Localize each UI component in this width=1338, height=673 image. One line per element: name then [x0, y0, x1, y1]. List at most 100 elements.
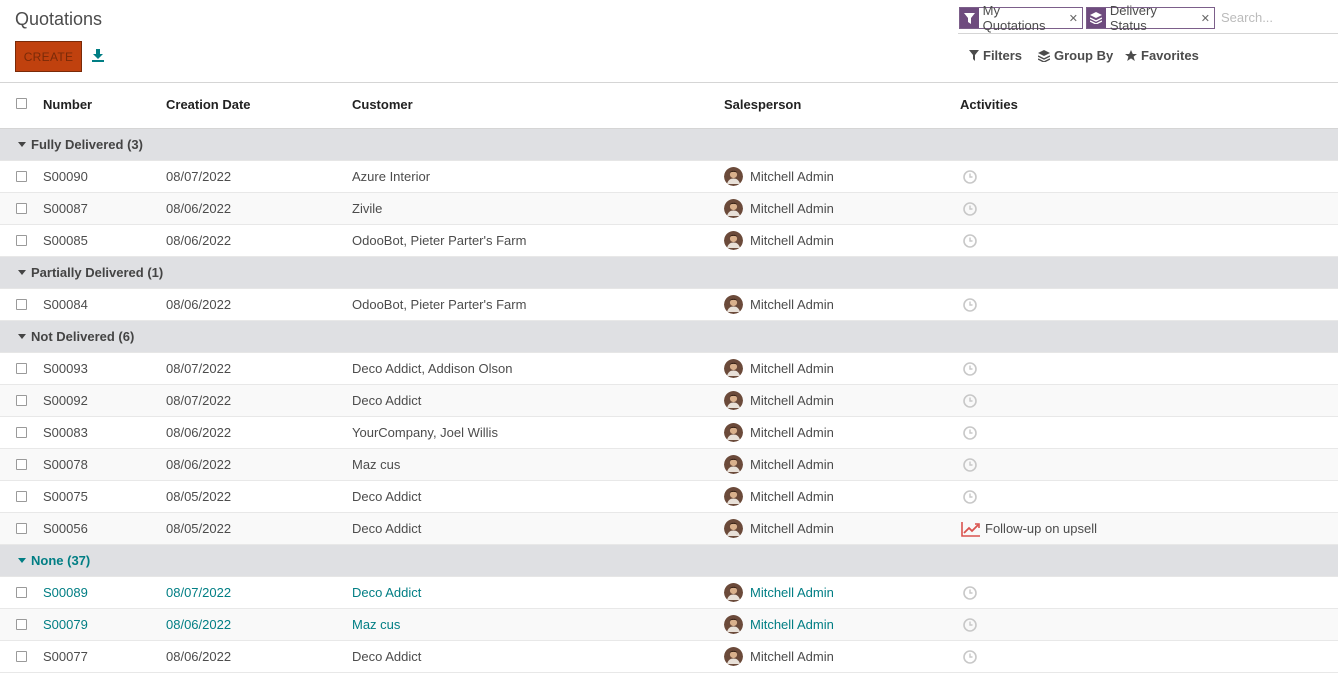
row-checkbox[interactable]	[16, 619, 27, 630]
avatar	[724, 391, 743, 410]
column-creation-date[interactable]: Creation Date	[166, 97, 251, 112]
group-title: Partially Delivered (1)	[31, 265, 164, 280]
creation-date: 08/06/2022	[166, 297, 232, 312]
row-checkbox[interactable]	[16, 459, 27, 470]
customer-name: Zivile	[352, 201, 383, 216]
group-label: Fully Delivered (3)	[18, 137, 143, 152]
group-row[interactable]: None (37)	[0, 545, 1338, 577]
quotation-number: S00079	[43, 617, 88, 632]
row-checkbox[interactable]	[16, 235, 27, 246]
favorites-label: Favorites	[1141, 48, 1199, 63]
creation-date: 08/05/2022	[166, 521, 232, 536]
creation-date: 08/06/2022	[166, 425, 232, 440]
table-row[interactable]: S00084 08/06/2022 OdooBot, Pieter Parter's…	[0, 289, 1338, 321]
customer-name: YourCompany, Joel Willis	[352, 425, 498, 440]
table-row[interactable]: S00092 08/07/2022 Deco Addict Mitchell Admi…	[0, 385, 1338, 417]
column-salesperson[interactable]: Salesperson	[724, 97, 801, 112]
table-row[interactable]: S00075 08/05/2022 Deco Addict Mitchell Admi…	[0, 481, 1338, 513]
salesperson-name: Mitchell Admin	[750, 585, 834, 600]
clock-icon[interactable]	[963, 298, 977, 315]
close-icon[interactable]: ✕	[1069, 12, 1082, 25]
facet-delivery-status[interactable]: Delivery Status ✕	[1086, 3, 1215, 33]
group-row[interactable]: Partially Delivered (1)	[0, 257, 1338, 289]
creation-date: 08/06/2022	[166, 617, 232, 632]
quotation-number: S00077	[43, 649, 88, 664]
salesperson-name: Mitchell Admin	[750, 521, 834, 536]
salesperson-name: Mitchell Admin	[750, 297, 834, 312]
clock-icon[interactable]	[963, 362, 977, 379]
row-checkbox[interactable]	[16, 523, 27, 534]
table-row[interactable]: S00085 08/06/2022 OdooBot, Pieter Parter's…	[0, 225, 1338, 257]
salesperson-name: Mitchell Admin	[750, 169, 834, 184]
row-checkbox[interactable]	[16, 587, 27, 598]
facet-label: My Quotations	[982, 3, 1046, 33]
avatar	[724, 167, 743, 186]
row-checkbox[interactable]	[16, 651, 27, 662]
avatar	[724, 615, 743, 634]
creation-date: 08/05/2022	[166, 489, 232, 504]
layers-icon	[1087, 8, 1106, 28]
customer-name: Maz cus	[352, 617, 401, 632]
download-icon[interactable]	[91, 48, 105, 65]
clock-icon[interactable]	[963, 234, 977, 251]
group-label: Partially Delivered (1)	[18, 265, 163, 280]
clock-icon[interactable]	[963, 618, 977, 635]
group-row[interactable]: Fully Delivered (3)	[0, 129, 1338, 161]
column-number[interactable]: Number	[43, 97, 92, 112]
page-title: Quotations	[15, 9, 103, 29]
clock-icon[interactable]	[963, 458, 977, 475]
creation-date: 08/06/2022	[166, 649, 232, 664]
layers-icon	[1038, 49, 1050, 62]
column-activities[interactable]: Activities	[960, 97, 1018, 112]
select-all-checkbox[interactable]	[16, 98, 27, 109]
table-row[interactable]: S00090 08/07/2022 Azure Interior Mitchell A…	[0, 161, 1338, 193]
row-checkbox[interactable]	[16, 491, 27, 502]
filter-icon	[969, 50, 979, 61]
row-checkbox[interactable]	[16, 395, 27, 406]
clock-icon[interactable]	[963, 586, 977, 603]
group-row[interactable]: Not Delivered (6)	[0, 321, 1338, 353]
clock-icon[interactable]	[963, 202, 977, 219]
create-button[interactable]: CREATE	[15, 41, 82, 72]
activity-label[interactable]: Follow-up on upsell	[985, 521, 1097, 536]
table-row[interactable]: S00089 08/07/2022 Deco Addict Mitchell Admi…	[0, 577, 1338, 609]
table-row[interactable]: S00083 08/06/2022 YourCompany, Joel Willis…	[0, 417, 1338, 449]
creation-date: 08/06/2022	[166, 201, 232, 216]
quotation-number: S00089	[43, 585, 88, 600]
facet-my-quotations[interactable]: My Quotations ✕	[959, 3, 1083, 33]
row-checkbox[interactable]	[16, 363, 27, 374]
clock-icon[interactable]	[963, 170, 977, 187]
table-row[interactable]: S00056 08/05/2022 Deco Addict Mitchell Admi…	[0, 513, 1338, 545]
filters-button[interactable]: Filters	[969, 48, 1022, 63]
close-icon[interactable]: ✕	[1201, 12, 1214, 25]
caret-down-icon	[18, 270, 26, 275]
creation-date: 08/07/2022	[166, 361, 232, 376]
avatar	[724, 455, 743, 474]
avatar	[724, 295, 743, 314]
filters-label: Filters	[983, 48, 1023, 63]
search-input[interactable]	[1219, 9, 1338, 26]
row-checkbox[interactable]	[16, 299, 27, 310]
group-title: None (37)	[31, 553, 91, 568]
clock-icon[interactable]	[963, 650, 977, 667]
clock-icon[interactable]	[963, 426, 977, 443]
salesperson-name: Mitchell Admin	[750, 489, 834, 504]
groupby-button[interactable]: Group By	[1038, 48, 1113, 63]
clock-icon[interactable]	[963, 490, 977, 507]
upsell-chart-icon[interactable]	[961, 521, 981, 540]
row-checkbox[interactable]	[16, 427, 27, 438]
customer-name: OdooBot, Pieter Parter's Farm	[352, 297, 527, 312]
table-row[interactable]: S00079 08/06/2022 Maz cus Mitchell Admin	[0, 609, 1338, 641]
row-checkbox[interactable]	[16, 203, 27, 214]
table-row[interactable]: S00078 08/06/2022 Maz cus Mitchell Admin	[0, 449, 1338, 481]
clock-icon[interactable]	[963, 394, 977, 411]
quotation-number: S00075	[43, 489, 88, 504]
salesperson-name: Mitchell Admin	[750, 233, 834, 248]
table-row[interactable]: S00077 08/06/2022 Deco Addict Mitchell Admi…	[0, 641, 1338, 673]
table-row[interactable]: S00093 08/07/2022 Deco Addict, Addison Ols…	[0, 353, 1338, 385]
avatar	[724, 487, 743, 506]
favorites-button[interactable]: Favorites	[1125, 48, 1199, 63]
row-checkbox[interactable]	[16, 171, 27, 182]
column-customer[interactable]: Customer	[352, 97, 413, 112]
table-row[interactable]: S00087 08/06/2022 Zivile Mitchell Admin	[0, 193, 1338, 225]
